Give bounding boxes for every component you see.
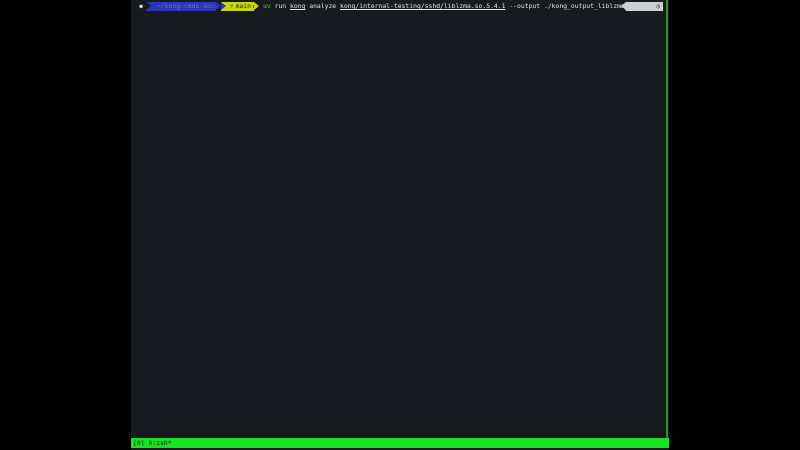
git-branch-icon: ⑂ xyxy=(230,3,234,10)
command-flag: --output xyxy=(509,2,541,10)
command-executable: uv xyxy=(263,2,271,10)
terminal-window[interactable]: ● ~/kong-cmds-docs-build ⑂main● uv run k… xyxy=(131,0,669,450)
command-arg: analyze xyxy=(309,2,337,10)
apple-icon: ● xyxy=(139,3,143,10)
segment-separator xyxy=(254,2,259,10)
command-output-arg: ./kong_output_liblzma xyxy=(543,2,625,10)
tmux-status-bar: [0] 0:zsh* xyxy=(131,438,669,448)
command-input[interactable]: uv run kong analyze kong/internal-testin… xyxy=(263,2,626,11)
tmux-session-index: [0] xyxy=(133,439,145,447)
current-directory: ~/kong-cmds-docs-build xyxy=(146,2,216,11)
prompt-time: ◷ 22:13:37 xyxy=(626,2,663,19)
pane-border xyxy=(666,0,668,438)
segment-separator xyxy=(221,2,226,10)
time-value: 22:13:37 xyxy=(629,11,660,19)
command-arg: kong xyxy=(289,2,306,10)
prompt-line: ● ~/kong-cmds-docs-build ⑂main● uv run k… xyxy=(131,1,669,19)
git-branch-name: main xyxy=(235,2,251,10)
command-path-arg: kong/internal-testing/sshd/liblzma.so.5.… xyxy=(340,2,506,10)
tmux-window-tab[interactable]: 0:zsh* xyxy=(149,439,172,447)
segment-separator xyxy=(146,2,151,10)
command-arg: run xyxy=(274,2,287,10)
clock-icon: ◷ xyxy=(656,3,660,10)
